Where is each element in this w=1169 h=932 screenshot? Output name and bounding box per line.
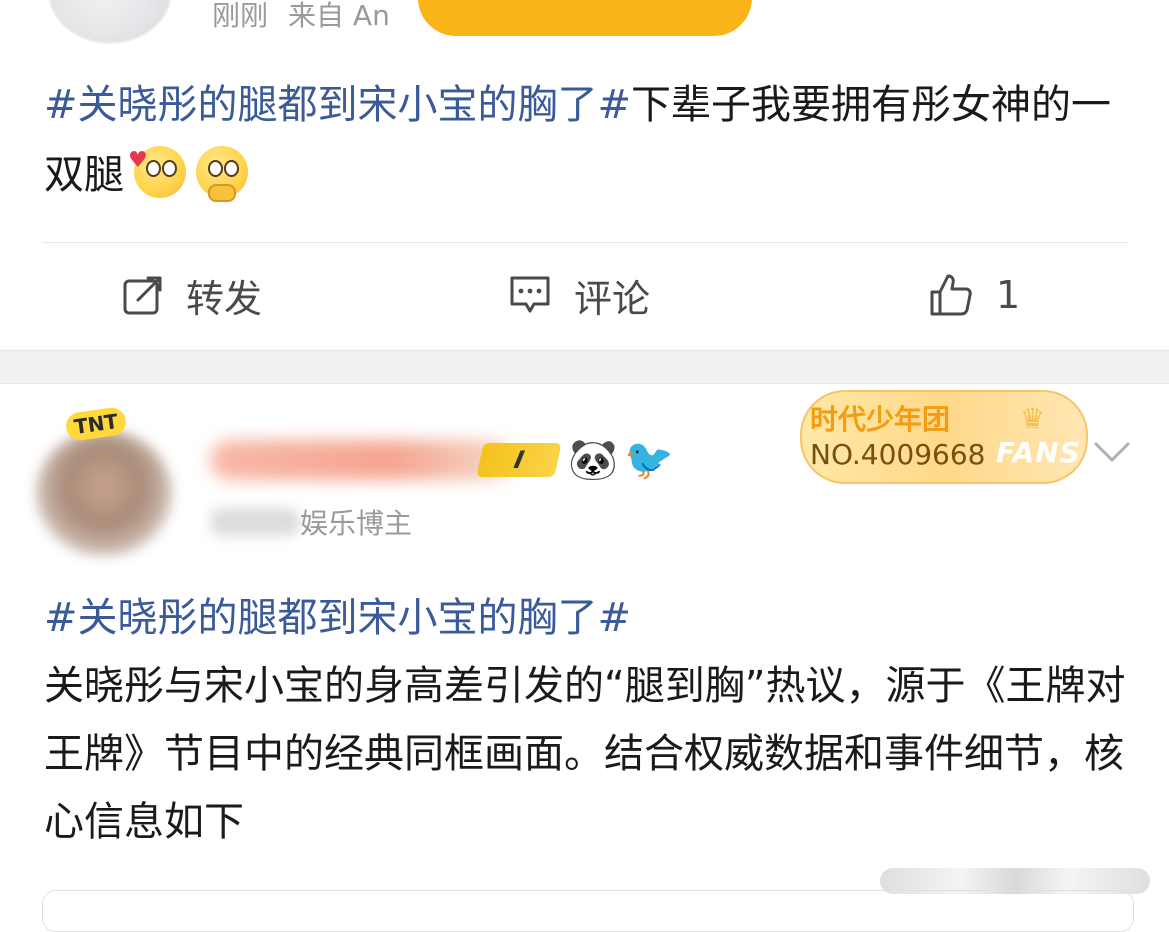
comment-button[interactable]: 评论 bbox=[508, 270, 651, 321]
divider bbox=[42, 242, 1128, 243]
post-source: 来自 An bbox=[288, 0, 390, 32]
repost-label: 转发 bbox=[186, 276, 263, 321]
user-tag-blurred bbox=[210, 508, 300, 536]
post-meta: 刚刚 来自 An bbox=[212, 0, 410, 34]
repost-button[interactable]: 转发 bbox=[122, 270, 263, 321]
post-text: 关晓彤与宋小宝的身高差引发的“腿到胸”热议，源于《王牌对王牌》节目中的经典同框画… bbox=[44, 663, 1126, 845]
crown-icon: ♛ bbox=[1020, 402, 1046, 435]
comment-label: 评论 bbox=[574, 276, 651, 321]
comment-icon bbox=[510, 276, 550, 313]
user-name-blurred[interactable] bbox=[210, 440, 510, 480]
panda-icon: 🐼 bbox=[568, 437, 618, 483]
quote-card[interactable] bbox=[42, 890, 1134, 932]
level-badge[interactable]: I bbox=[476, 443, 562, 477]
post-body: #关晓彤的腿都到宋小宝的胸了#下辈子我要拥有彤女神的一双腿 ♥ bbox=[44, 70, 1134, 210]
user-avatar[interactable] bbox=[36, 430, 172, 556]
thumbs-up-icon bbox=[930, 274, 972, 316]
like-button[interactable]: 1 bbox=[928, 270, 1020, 320]
thinking-face-emoji bbox=[196, 146, 248, 202]
toast-banner[interactable] bbox=[418, 0, 752, 36]
fans-team: 时代少年团 bbox=[810, 403, 951, 436]
post-separator bbox=[0, 350, 1169, 384]
post-body: #关晓彤的腿都到宋小宝的胸了# 关晓彤与宋小宝的身高差引发的“腿到胸”热议，源于… bbox=[44, 584, 1144, 856]
hashtag-link[interactable]: #关晓彤的腿都到宋小宝的胸了# bbox=[44, 584, 1144, 652]
love-face-emoji: ♥ bbox=[128, 146, 186, 198]
share-icon bbox=[123, 276, 162, 315]
fans-mark: FANS bbox=[996, 436, 1081, 469]
chevron-down-icon[interactable] bbox=[1092, 440, 1132, 464]
like-count: 1 bbox=[996, 273, 1021, 317]
user-avatar[interactable] bbox=[48, 0, 172, 44]
mascot-icon: 🐦 bbox=[624, 437, 674, 483]
fans-number: NO.4009668 bbox=[810, 438, 986, 471]
user-subtitle: 娱乐博主 bbox=[300, 507, 413, 540]
post-time: 刚刚 bbox=[212, 0, 269, 32]
hashtag-link[interactable]: #关晓彤的腿都到宋小宝的胸了# bbox=[44, 82, 631, 128]
